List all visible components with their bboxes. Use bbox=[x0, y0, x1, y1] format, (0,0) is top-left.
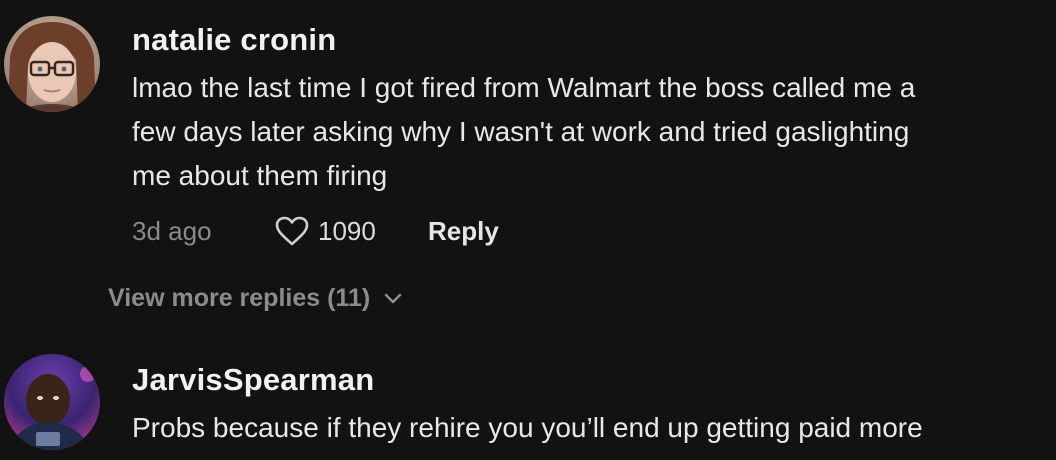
comment-text-line: Probs because if they rehire you you’ll … bbox=[132, 412, 923, 443]
comment-item: natalie cronin lmao the last time I got … bbox=[0, 0, 1056, 330]
comment-text: lmao the last time I got fired from Walm… bbox=[132, 66, 1032, 198]
comment-username[interactable]: natalie cronin bbox=[132, 24, 336, 55]
like-count: 1090 bbox=[318, 215, 376, 246]
comment-timestamp: 3d ago bbox=[132, 215, 212, 246]
avatar-image bbox=[4, 354, 100, 450]
comment-text-line: few days later asking why I wasn't at wo… bbox=[132, 116, 910, 147]
comment-item: JarvisSpearman Probs because if they reh… bbox=[0, 330, 1056, 460]
heart-outline-icon bbox=[275, 216, 309, 246]
like-button[interactable]: 1090 bbox=[274, 215, 428, 247]
reply-button[interactable]: Reply bbox=[428, 216, 499, 247]
comment-text-line: lmao the last time I got fired from Walm… bbox=[132, 72, 916, 103]
avatar[interactable] bbox=[4, 16, 100, 112]
view-more-replies-label: View more replies (11) bbox=[108, 284, 371, 312]
avatar[interactable] bbox=[4, 354, 100, 450]
chevron-down-icon bbox=[384, 293, 402, 303]
comment-meta: 3d ago 1090 Reply bbox=[132, 212, 499, 250]
comment-username[interactable]: JarvisSpearman bbox=[132, 364, 374, 395]
comment-text: Probs because if they rehire you you’ll … bbox=[132, 406, 1032, 450]
avatar-image bbox=[4, 16, 100, 112]
view-more-replies-button[interactable]: View more replies (11) bbox=[108, 284, 402, 313]
comment-text-line: me about them firing bbox=[132, 160, 388, 191]
